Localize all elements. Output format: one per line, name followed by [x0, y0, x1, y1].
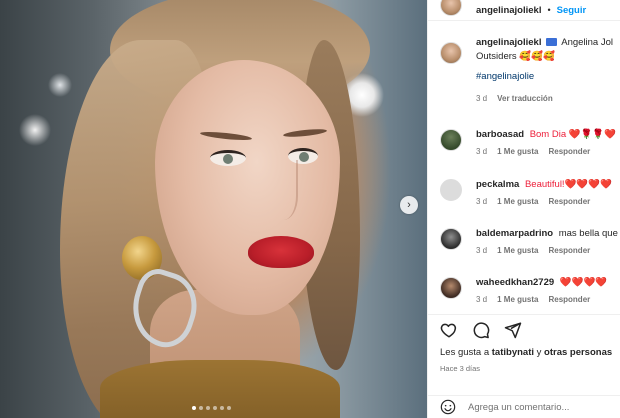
hashtag-link[interactable]: #angelinajolie [476, 70, 613, 84]
likes-middle: y [534, 347, 545, 358]
avatar[interactable] [440, 129, 462, 151]
likes-prefix: Les gusta a [440, 347, 492, 358]
nose [262, 160, 298, 220]
comment-input[interactable] [468, 401, 608, 413]
comment-likes[interactable]: 1 Me gusta [497, 147, 538, 156]
avatar[interactable] [440, 42, 462, 64]
separator: • [547, 5, 551, 15]
comment-username[interactable]: barboasad [476, 129, 524, 140]
translate-link[interactable]: Ver traducción [497, 92, 553, 106]
comment-username[interactable]: peckalma [476, 179, 519, 190]
comment-icon[interactable] [472, 321, 490, 339]
caption: angelinajoliekl Angelina Jol Outsiders 🥰… [428, 36, 620, 106]
comment-composer [428, 395, 620, 418]
carousel-dot [213, 406, 217, 410]
comment-likes[interactable]: 1 Me gusta [497, 197, 538, 206]
carousel-dot [220, 406, 224, 410]
post-side-panel: angelinajoliekl • Seguir angelinajoliekl… [427, 0, 620, 418]
chevron-right-icon: › [407, 199, 411, 211]
comment-row: peckalma Beautiful!❤️❤️❤️❤️ 3 d 1 Me gus… [440, 178, 620, 206]
comments-list: angelinajoliekl Angelina Jol Outsiders 🥰… [428, 36, 620, 106]
avatar[interactable] [440, 0, 462, 16]
comment-username[interactable]: waheedkhan2729 [476, 277, 554, 288]
avatar[interactable] [440, 277, 462, 299]
heart-icon[interactable] [440, 321, 458, 339]
liker-username[interactable]: tatibynati [492, 347, 534, 358]
post-photo[interactable]: › [0, 0, 427, 418]
carousel-dot [192, 406, 196, 410]
carousel-dot [199, 406, 203, 410]
likes-summary: Les gusta a tatibynati y otras personas [428, 347, 620, 358]
comment-likes[interactable]: 1 Me gusta [497, 295, 538, 304]
comment-age: 3 d [476, 246, 488, 255]
likes-others-link[interactable]: otras personas [544, 347, 612, 358]
comment-username[interactable]: baldemarpadrino [476, 228, 553, 239]
share-icon[interactable] [504, 321, 522, 339]
comment-text: Bom Dia ❤️🌹🌹❤️ [529, 129, 617, 140]
caption-text-line2: Outsiders 🥰🥰🥰 [476, 51, 555, 62]
lips [248, 236, 314, 268]
comment-text: mas bella que [558, 228, 618, 239]
comment-row: barboasad Bom Dia ❤️🌹🌹❤️ 3 d 1 Me gusta … [440, 128, 620, 156]
reply-button[interactable]: Responder [548, 197, 590, 206]
carousel-next-button[interactable]: › [400, 196, 418, 214]
carousel-dots [192, 406, 231, 410]
reply-button[interactable]: Responder [548, 147, 590, 156]
caption-text: Angelina Jol [561, 37, 613, 48]
carousel-dot [227, 406, 231, 410]
avatar[interactable] [440, 179, 462, 201]
post-actions: Les gusta a tatibynati y otras personas … [428, 314, 620, 394]
post-timestamp: Hace 3 días [440, 364, 481, 373]
comment-likes[interactable]: 1 Me gusta [497, 246, 538, 255]
comment-age: 3 d [476, 147, 488, 156]
header-username[interactable]: angelinajoliekl [476, 5, 541, 16]
comment-text: Beautiful!❤️❤️❤️❤️ [524, 179, 612, 190]
post-header: angelinajoliekl • Seguir [428, 0, 620, 21]
comment-text: ❤️❤️❤️❤️ [559, 277, 608, 288]
follow-button[interactable]: Seguir [557, 5, 587, 16]
emoji-icon[interactable] [440, 399, 456, 415]
caption-username[interactable]: angelinajoliekl [476, 37, 541, 48]
caption-age: 3 d [476, 94, 488, 103]
comment-row: baldemarpadrino mas bella que 3 d 1 Me g… [440, 227, 620, 255]
flag-icon [546, 38, 558, 46]
comment-age: 3 d [476, 197, 488, 206]
comment-row: waheedkhan2729 ❤️❤️❤️❤️ 3 d 1 Me gusta R… [440, 276, 620, 304]
comment-age: 3 d [476, 295, 488, 304]
reply-button[interactable]: Responder [548, 246, 590, 255]
carousel-dot [206, 406, 210, 410]
reply-button[interactable]: Responder [548, 295, 590, 304]
instagram-post-view: › angelinajoliekl • Seguir angelinajolie… [0, 0, 620, 418]
avatar[interactable] [440, 228, 462, 250]
eye [210, 150, 246, 166]
